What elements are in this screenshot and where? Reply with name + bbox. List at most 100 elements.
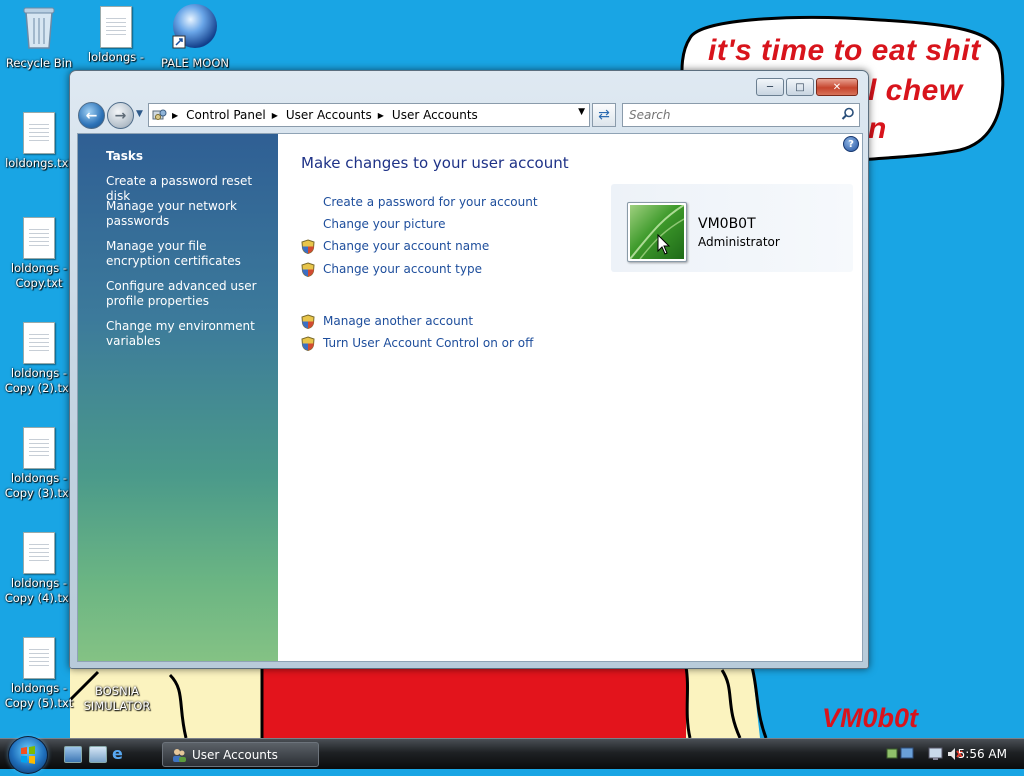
breadcrumb-user-accounts-current[interactable]: User Accounts xyxy=(392,108,478,122)
link-change-picture[interactable]: Change your picture xyxy=(323,217,445,231)
desktop-icon-pale-moon[interactable]: PALE MOON xyxy=(156,2,234,71)
navigation-bar: ← → ▼ ▶ Control Panel ▶ User Accounts ▶ … xyxy=(78,102,860,129)
network-icon[interactable] xyxy=(886,746,916,762)
desktop-icon-label: loldongs - xyxy=(10,366,68,380)
account-card: VM0B0T Administrator xyxy=(611,184,853,272)
breadcrumb-control-panel[interactable]: Control Panel xyxy=(186,108,266,122)
account-name: VM0B0T xyxy=(698,216,756,232)
taskbar-button-user-accounts[interactable]: User Accounts xyxy=(162,742,319,767)
back-arrow-icon: ← xyxy=(85,107,98,124)
internet-explorer-icon[interactable]: e xyxy=(112,746,128,762)
desktop-icon-label-2: Copy.txt xyxy=(15,276,63,290)
wallpaper-signature: VM0b0t xyxy=(822,703,919,733)
desktop-icon-label: loldongs.txt xyxy=(5,156,73,170)
breadcrumb-separator-icon[interactable]: ▶ xyxy=(272,111,278,120)
desktop-icon-loldongs-copy-3[interactable]: loldongs - Copy (3).txt xyxy=(0,427,78,501)
desktop-icon-label: Recycle Bin xyxy=(5,56,73,70)
text-file-icon xyxy=(23,532,55,574)
breadcrumb-separator-icon[interactable]: ▶ xyxy=(172,111,178,120)
start-button[interactable] xyxy=(8,736,48,774)
close-button[interactable]: ✕ xyxy=(816,78,858,96)
text-file-icon xyxy=(23,322,55,364)
user-accounts-window[interactable]: ─ □ ✕ ← → ▼ ▶ Control Panel ▶ User Accou… xyxy=(69,70,869,669)
text-file-icon xyxy=(23,427,55,469)
desktop-icon-loldongs-txt[interactable]: loldongs.txt xyxy=(0,112,78,171)
forward-arrow-icon: → xyxy=(114,107,127,124)
taskbar: e User Accounts 5:56 AM xyxy=(0,736,1024,774)
switch-windows-icon[interactable] xyxy=(89,746,107,763)
desktop-icon-label: loldongs - xyxy=(10,576,68,590)
maximize-button[interactable]: □ xyxy=(786,78,814,96)
user-accounts-icon xyxy=(173,748,186,762)
desktop-icon-label-2: Copy (2).txt xyxy=(4,381,74,395)
text-file-icon xyxy=(23,112,55,154)
desktop-icon-label: loldongs - xyxy=(10,471,68,485)
desktop-icon-label: loldongs - xyxy=(10,261,68,275)
task-change-environment-variables[interactable]: Change my environment variables xyxy=(106,319,266,349)
grass-picture-icon xyxy=(630,205,684,259)
clock[interactable]: 5:56 AM xyxy=(958,747,1007,761)
tasks-heading: Tasks xyxy=(106,149,144,163)
task-manage-file-encryption[interactable]: Manage your file encryption certificates xyxy=(106,239,266,269)
task-configure-profile-properties[interactable]: Configure advanced user profile properti… xyxy=(106,279,266,309)
tasks-pane: Tasks Create a password reset disk Manag… xyxy=(78,134,278,661)
wallpaper-speech-line1: it's time to eat shit xyxy=(708,34,981,67)
breadcrumb-separator-icon[interactable]: ▶ xyxy=(378,111,384,120)
link-change-account-type[interactable]: Change your account type xyxy=(323,262,482,276)
desktop-icon-label: PALE MOON xyxy=(160,56,230,70)
caption-buttons: ─ □ ✕ xyxy=(754,78,858,96)
wallpaper-speech-line3: n xyxy=(868,112,887,145)
text-file-icon xyxy=(23,217,55,259)
desktop-icon-label-2: Copy (5).txt xyxy=(4,696,74,710)
recycle-bin-icon xyxy=(23,7,55,49)
desktop-icon-label-2: Copy (3).txt xyxy=(4,486,74,500)
notification-area: 5:56 AM xyxy=(864,739,1024,769)
breadcrumb: ▶ Control Panel ▶ User Accounts ▶ User A… xyxy=(172,108,478,122)
refresh-button[interactable]: ⇄ xyxy=(592,103,616,127)
content-area: Tasks Create a password reset disk Manag… xyxy=(77,133,863,662)
text-file-icon xyxy=(23,637,55,679)
desktop-icon-label: loldongs - xyxy=(87,50,145,64)
wallpaper-speech-line2: l chew xyxy=(868,74,963,107)
breadcrumb-user-accounts[interactable]: User Accounts xyxy=(286,108,372,122)
link-create-password[interactable]: Create a password for your account xyxy=(323,195,538,209)
pale-moon-icon xyxy=(172,4,217,49)
link-turn-uac-on-off[interactable]: Turn User Account Control on or off xyxy=(323,336,533,350)
desktop-icon-label-2: SIMULATOR xyxy=(83,699,151,713)
desktop-icon-loldongs-copy-4[interactable]: loldongs - Copy (4).txt xyxy=(0,532,78,606)
search-box[interactable] xyxy=(622,103,860,127)
show-desktop-icon[interactable] xyxy=(64,746,82,763)
desktop-icon-bosnia-simulator[interactable]: BOSNIA SIMULATOR xyxy=(78,682,156,714)
desktop-icon-recycle-bin[interactable]: Recycle Bin xyxy=(0,4,78,71)
uac-shield-icon xyxy=(301,336,315,351)
control-panel-icon xyxy=(152,109,167,120)
account-picture[interactable] xyxy=(627,202,687,262)
desktop-icon-label-2: Copy (4).txt xyxy=(4,591,74,605)
desktop-icon-loldongs-copy-5[interactable]: loldongs - Copy (5).txt xyxy=(0,637,78,711)
desktop-icon-loldongs-copy-2[interactable]: loldongs - Copy (2).txt xyxy=(0,322,78,396)
taskbar-button-label: User Accounts xyxy=(192,747,278,762)
address-bar[interactable]: ▶ Control Panel ▶ User Accounts ▶ User A… xyxy=(148,103,590,127)
task-manage-network-passwords[interactable]: Manage your network passwords xyxy=(106,199,266,229)
main-pane: Make changes to your user account Create… xyxy=(301,134,862,661)
help-icon: ? xyxy=(848,138,854,150)
link-change-account-name[interactable]: Change your account name xyxy=(323,239,489,253)
minimize-button[interactable]: ─ xyxy=(756,78,784,96)
desktop-icon-loldongs[interactable]: loldongs - xyxy=(77,6,155,65)
uac-shield-icon xyxy=(301,262,315,277)
refresh-icon: ⇄ xyxy=(598,107,610,123)
recent-pages-dropdown[interactable]: ▼ xyxy=(136,109,143,119)
desktop-icon-loldongs-copy[interactable]: loldongs - Copy.txt xyxy=(0,217,78,291)
text-file-icon xyxy=(100,6,132,48)
search-icon[interactable] xyxy=(841,107,855,121)
uac-shield-icon xyxy=(301,239,315,254)
address-dropdown-icon[interactable]: ▼ xyxy=(578,107,585,117)
back-button[interactable]: ← xyxy=(78,102,105,129)
search-input[interactable] xyxy=(627,107,831,123)
desktop-icon-label: BOSNIA xyxy=(95,684,139,698)
display-icon[interactable] xyxy=(928,746,944,762)
link-manage-another-account[interactable]: Manage another account xyxy=(323,314,473,328)
help-button[interactable]: ? xyxy=(843,136,859,152)
forward-button[interactable]: → xyxy=(107,102,134,129)
page-title: Make changes to your user account xyxy=(301,154,569,172)
